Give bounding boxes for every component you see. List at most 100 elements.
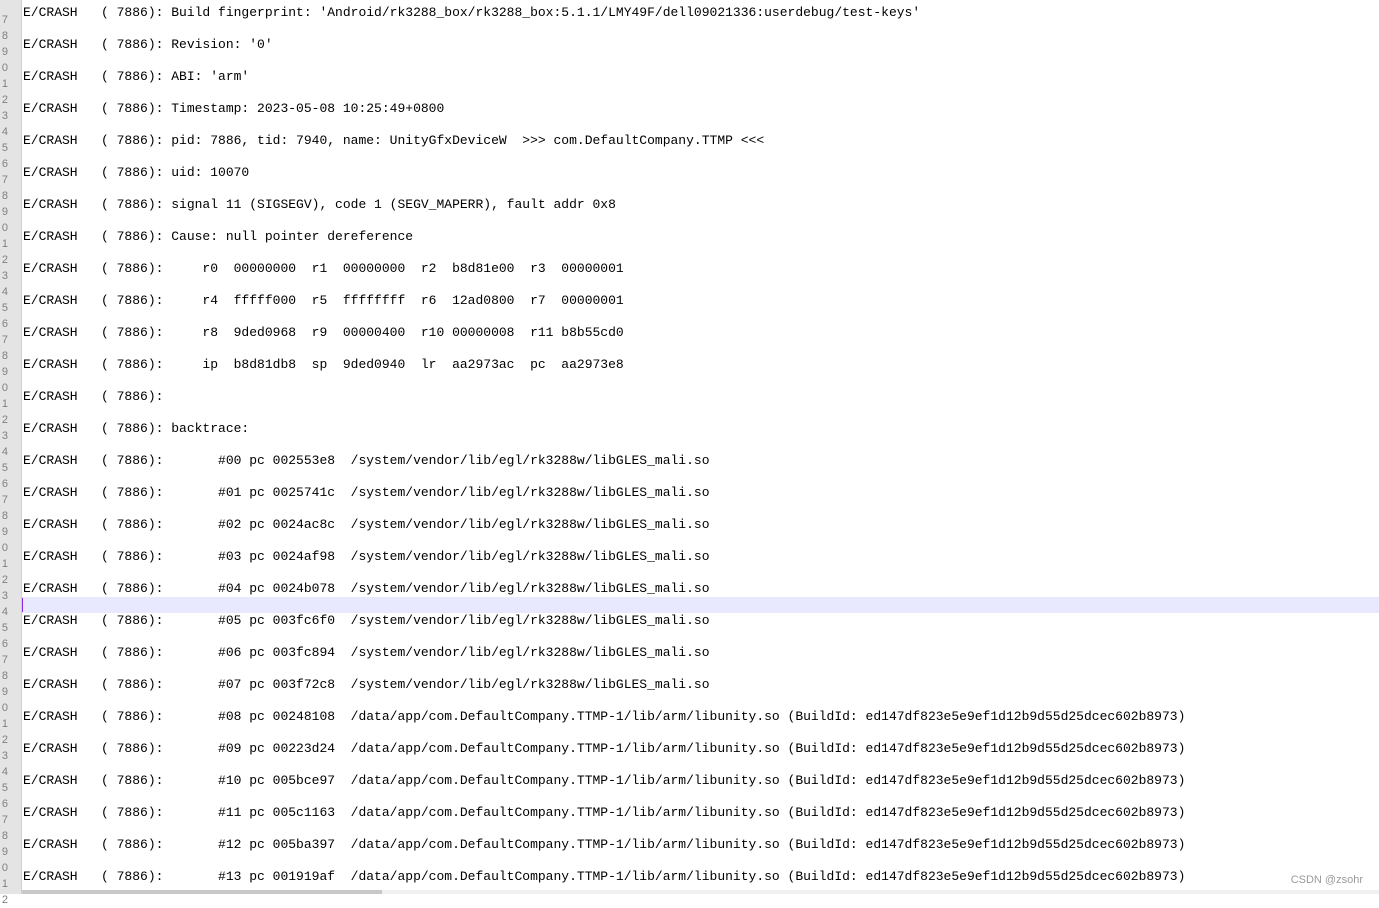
line-number[interactable]: 7	[0, 812, 8, 828]
log-line[interactable]	[22, 213, 1379, 229]
log-line[interactable]	[22, 277, 1379, 293]
log-line[interactable]: E/CRASH ( 7886): Timestamp: 2023-05-08 1…	[22, 101, 1379, 117]
log-line[interactable]	[22, 757, 1379, 773]
line-number[interactable]: 3	[0, 428, 8, 444]
log-line[interactable]: E/CRASH ( 7886):	[22, 389, 1379, 405]
log-line[interactable]	[22, 661, 1379, 677]
line-number[interactable]: 0	[0, 220, 8, 236]
line-number[interactable]: 9	[0, 524, 8, 540]
line-number[interactable]: 2	[0, 252, 8, 268]
line-number[interactable]: 2	[0, 572, 8, 588]
log-line[interactable]: E/CRASH ( 7886): #03 pc 0024af98 /system…	[22, 549, 1379, 565]
scrollbar-thumb[interactable]	[22, 890, 382, 894]
line-number[interactable]: 9	[0, 204, 8, 220]
log-line[interactable]	[22, 181, 1379, 197]
log-line[interactable]: E/CRASH ( 7886): Revision: '0'	[22, 37, 1379, 53]
log-line[interactable]: E/CRASH ( 7886): #02 pc 0024ac8c /system…	[22, 517, 1379, 533]
line-number[interactable]: 4	[0, 124, 8, 140]
line-number[interactable]: 1	[0, 76, 8, 92]
log-line[interactable]: E/CRASH ( 7886): Cause: null pointer der…	[22, 229, 1379, 245]
log-line[interactable]: E/CRASH ( 7886): #09 pc 00223d24 /data/a…	[22, 741, 1379, 757]
line-number[interactable]: 0	[0, 60, 8, 76]
log-line[interactable]	[22, 405, 1379, 421]
line-number[interactable]: 7	[0, 492, 8, 508]
log-line[interactable]: E/CRASH ( 7886): #13 pc 001919af /data/a…	[22, 869, 1379, 885]
line-number[interactable]: 6	[0, 156, 8, 172]
log-line[interactable]	[22, 629, 1379, 645]
line-number[interactable]: 9	[0, 364, 8, 380]
log-line[interactable]	[22, 21, 1379, 37]
line-number[interactable]: 8	[0, 668, 8, 684]
log-line[interactable]: E/CRASH ( 7886): signal 11 (SIGSEGV), co…	[22, 197, 1379, 213]
log-line[interactable]	[22, 789, 1379, 805]
log-line[interactable]	[22, 821, 1379, 837]
log-line[interactable]: E/CRASH ( 7886): uid: 10070	[22, 165, 1379, 181]
line-number[interactable]: 1	[0, 716, 8, 732]
log-line[interactable]	[22, 309, 1379, 325]
line-number[interactable]: 5	[0, 620, 8, 636]
line-number[interactable]: 5	[0, 780, 8, 796]
line-number[interactable]: 9	[0, 844, 8, 860]
line-number[interactable]: 3	[0, 268, 8, 284]
line-number[interactable]: 4	[0, 284, 8, 300]
line-number[interactable]: 3	[0, 108, 8, 124]
line-number[interactable]: 4	[0, 444, 8, 460]
log-line[interactable]	[22, 53, 1379, 69]
line-number[interactable]: 5	[0, 140, 8, 156]
line-number[interactable]: 0	[0, 860, 8, 876]
line-number[interactable]: 2	[0, 412, 8, 428]
line-number[interactable]: 6	[0, 796, 8, 812]
line-number[interactable]: 2	[0, 892, 8, 908]
line-number[interactable]: 1	[0, 236, 8, 252]
line-number[interactable]: 7	[0, 652, 8, 668]
line-number[interactable]: 6	[0, 636, 8, 652]
line-number[interactable]: 1	[0, 396, 8, 412]
line-number[interactable]: 1	[0, 556, 8, 572]
line-number[interactable]: 3	[0, 588, 8, 604]
log-line[interactable]: E/CRASH ( 7886): #11 pc 005c1163 /data/a…	[22, 805, 1379, 821]
log-line[interactable]	[22, 373, 1379, 389]
line-number[interactable]: 2	[0, 92, 8, 108]
line-number[interactable]: 7	[0, 332, 8, 348]
line-number[interactable]: 2	[0, 732, 8, 748]
line-number[interactable]: 0	[0, 700, 8, 716]
log-line[interactable]: E/CRASH ( 7886): Build fingerprint: 'And…	[22, 5, 1379, 21]
log-line[interactable]	[22, 341, 1379, 357]
current-line[interactable]	[22, 597, 1379, 613]
log-line[interactable]	[22, 117, 1379, 133]
log-line[interactable]: E/CRASH ( 7886): r4 fffff000 r5 ffffffff…	[22, 293, 1379, 309]
line-number[interactable]: 1	[0, 876, 8, 892]
log-line[interactable]: E/CRASH ( 7886): ABI: 'arm'	[22, 69, 1379, 85]
log-line[interactable]: E/CRASH ( 7886): r0 00000000 r1 00000000…	[22, 261, 1379, 277]
log-line[interactable]: E/CRASH ( 7886): #00 pc 002553e8 /system…	[22, 453, 1379, 469]
log-line[interactable]	[22, 533, 1379, 549]
log-line[interactable]	[22, 501, 1379, 517]
line-number[interactable]: 0	[0, 540, 8, 556]
log-line[interactable]: E/CRASH ( 7886): ip b8d81db8 sp 9ded0940…	[22, 357, 1379, 373]
log-line[interactable]: E/CRASH ( 7886): pid: 7886, tid: 7940, n…	[22, 133, 1379, 149]
line-number[interactable]: 5	[0, 460, 8, 476]
log-line[interactable]: E/CRASH ( 7886): #06 pc 003fc894 /system…	[22, 645, 1379, 661]
log-line[interactable]: E/CRASH ( 7886): #01 pc 0025741c /system…	[22, 485, 1379, 501]
log-line[interactable]	[22, 245, 1379, 261]
line-number[interactable]: 5	[0, 300, 8, 316]
line-number[interactable]: 8	[0, 188, 8, 204]
log-line[interactable]	[22, 565, 1379, 581]
log-line[interactable]	[22, 437, 1379, 453]
line-number[interactable]: 7	[0, 172, 8, 188]
line-number[interactable]: 8	[0, 28, 8, 44]
line-number[interactable]: 6	[0, 476, 8, 492]
line-number[interactable]: 4	[0, 764, 8, 780]
log-line[interactable]: E/CRASH ( 7886): backtrace:	[22, 421, 1379, 437]
log-line[interactable]	[22, 725, 1379, 741]
line-number[interactable]: 3	[0, 748, 8, 764]
line-number[interactable]: 8	[0, 828, 8, 844]
line-number[interactable]: 6	[0, 316, 8, 332]
line-number[interactable]: 8	[0, 348, 8, 364]
line-number[interactable]: 9	[0, 684, 8, 700]
log-line[interactable]: E/CRASH ( 7886): #12 pc 005ba397 /data/a…	[22, 837, 1379, 853]
log-line[interactable]: E/CRASH ( 7886): #04 pc 0024b078 /system…	[22, 581, 1379, 597]
text-editor-area[interactable]: E/CRASH ( 7886): Build fingerprint: 'And…	[22, 0, 1379, 894]
log-line[interactable]: E/CRASH ( 7886): r8 9ded0968 r9 00000400…	[22, 325, 1379, 341]
log-line[interactable]	[22, 85, 1379, 101]
